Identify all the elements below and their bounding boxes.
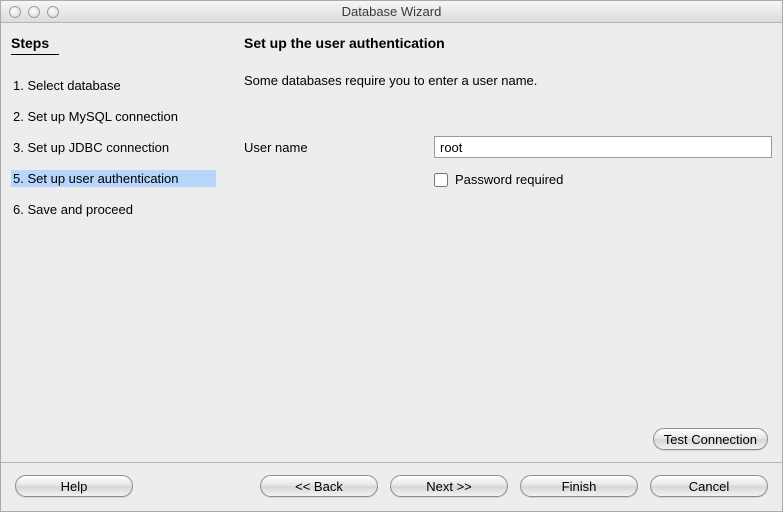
nav-button-group: << Back Next >> Finish Cancel (260, 475, 768, 497)
step-number: 1. (13, 78, 24, 93)
step-number: 6. (13, 202, 24, 217)
step-label: Select database (27, 78, 120, 93)
button-bar: Help << Back Next >> Finish Cancel (1, 462, 782, 511)
username-row: User name (244, 136, 772, 158)
step-label: Set up MySQL connection (27, 109, 178, 124)
window-controls (9, 6, 59, 18)
steps-list: 1. Select database 2. Set up MySQL conne… (11, 77, 216, 218)
step-item-user-authentication[interactable]: 5. Set up user authentication (11, 170, 216, 187)
test-connection-button[interactable]: Test Connection (653, 428, 768, 450)
wizard-window: Database Wizard Steps 1. Select database… (0, 0, 783, 512)
minimize-window-button[interactable] (28, 6, 40, 18)
step-label: Set up JDBC connection (27, 140, 169, 155)
username-label: User name (244, 140, 434, 155)
step-label: Set up user authentication (27, 171, 178, 186)
username-input[interactable] (434, 136, 772, 158)
password-required-row: Password required (434, 172, 772, 187)
test-connection-wrap: Test Connection (653, 428, 768, 450)
step-item-jdbc-connection[interactable]: 3. Set up JDBC connection (11, 139, 216, 156)
steps-heading: Steps (11, 35, 59, 55)
step-number: 5. (13, 171, 24, 186)
back-button[interactable]: << Back (260, 475, 378, 497)
step-item-mysql-connection[interactable]: 2. Set up MySQL connection (11, 108, 216, 125)
window-title: Database Wizard (1, 4, 782, 19)
step-number: 3. (13, 140, 24, 155)
step-number: 2. (13, 109, 24, 124)
titlebar: Database Wizard (1, 1, 782, 23)
zoom-window-button[interactable] (47, 6, 59, 18)
steps-sidebar: Steps 1. Select database 2. Set up MySQL… (11, 35, 226, 456)
cancel-button[interactable]: Cancel (650, 475, 768, 497)
close-window-button[interactable] (9, 6, 21, 18)
step-item-save-proceed[interactable]: 6. Save and proceed (11, 201, 216, 218)
next-button[interactable]: Next >> (390, 475, 508, 497)
password-required-checkbox[interactable] (434, 173, 448, 187)
content-heading: Set up the user authentication (244, 35, 772, 51)
help-button[interactable]: Help (15, 475, 133, 497)
step-label: Save and proceed (27, 202, 133, 217)
content-panel: Set up the user authentication Some data… (226, 35, 772, 456)
finish-button[interactable]: Finish (520, 475, 638, 497)
wizard-body: Steps 1. Select database 2. Set up MySQL… (1, 23, 782, 511)
step-item-select-database[interactable]: 1. Select database (11, 77, 216, 94)
main-area: Steps 1. Select database 2. Set up MySQL… (1, 23, 782, 462)
content-description: Some databases require you to enter a us… (244, 73, 772, 88)
password-required-label: Password required (455, 172, 563, 187)
